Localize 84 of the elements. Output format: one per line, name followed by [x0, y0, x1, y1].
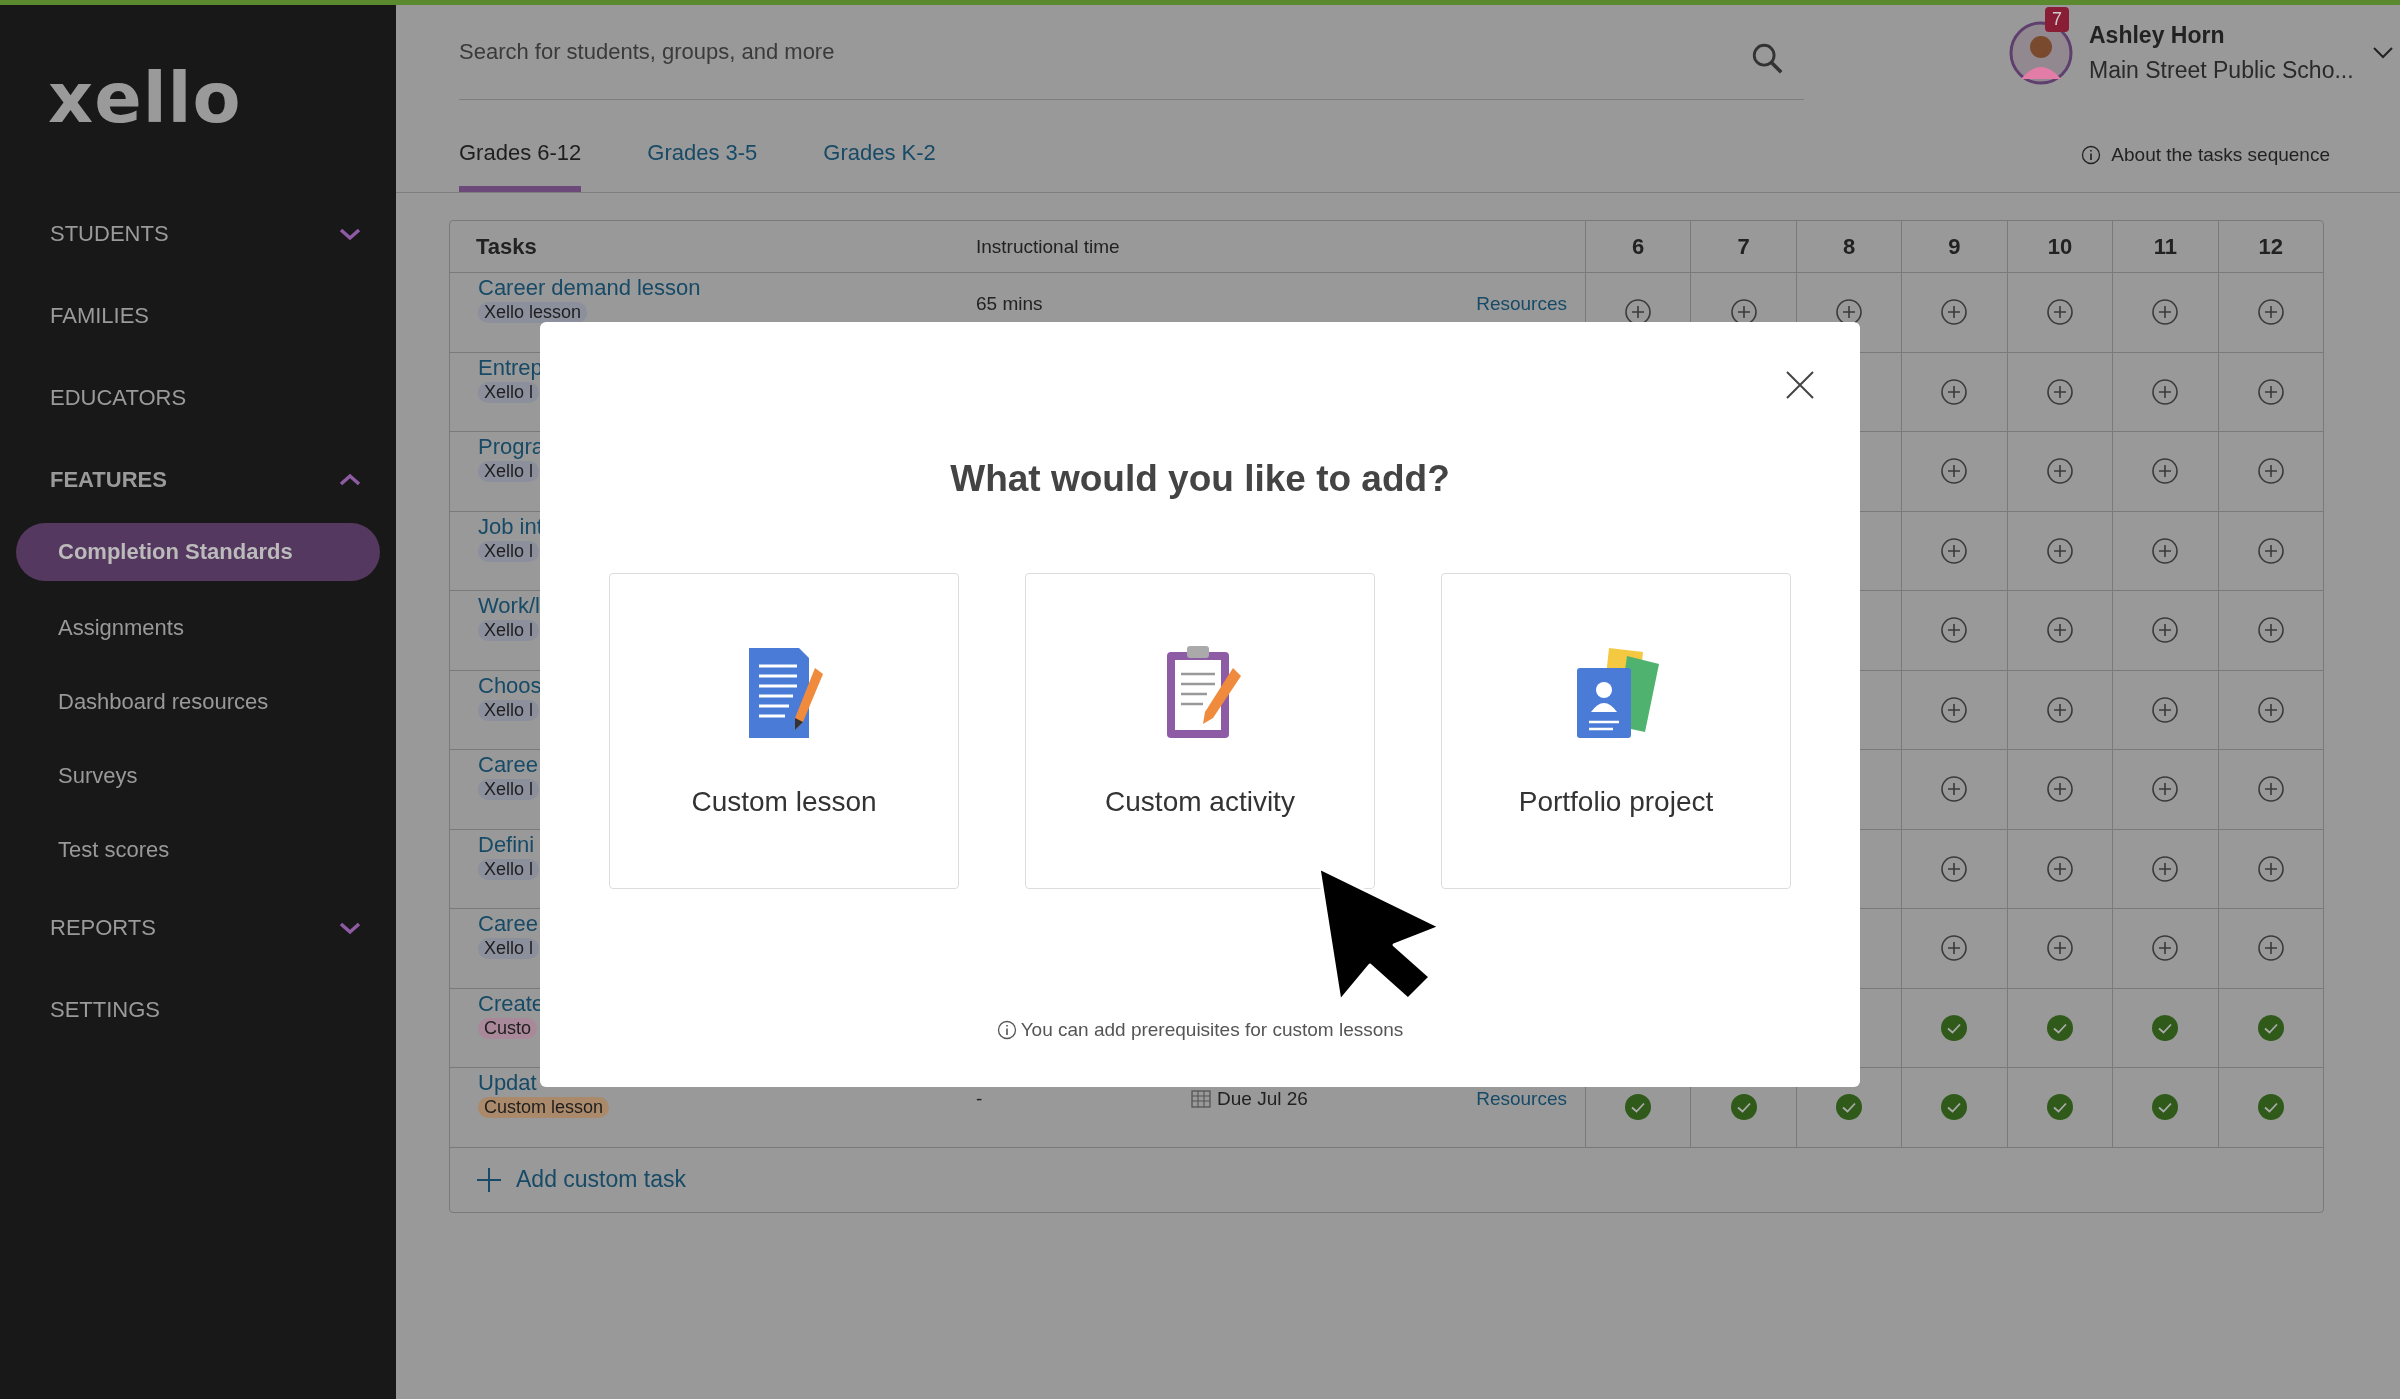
checkmark-circle-icon[interactable] [1729, 1093, 1758, 1122]
school-name: Main Street Public Scho... [2089, 56, 2354, 84]
search-icon[interactable] [1750, 41, 1784, 75]
due-date: Due Jul 26 [1217, 1088, 1308, 1110]
task-tag: Xello l [478, 461, 540, 482]
user-name: Ashley Horn [2089, 21, 2226, 49]
caret-icon[interactable] [2371, 45, 2394, 60]
task-tag: Xello l [478, 938, 540, 959]
column-header: 6 [1585, 221, 1691, 272]
nav-label[interactable]: REPORTS [50, 915, 156, 941]
logo[interactable]: xello [48, 63, 242, 133]
checkmark-circle-icon[interactable] [2045, 1093, 2074, 1122]
task-tag: Xello l [478, 699, 540, 721]
nav-label[interactable]: STUDENTS [50, 221, 169, 247]
column-header: 7 [1690, 221, 1796, 272]
instructional-time: - [976, 1088, 984, 1110]
column-header: 10 [2006, 221, 2113, 272]
nav-subitem[interactable]: Test scores [16, 813, 380, 887]
checkmark-circle-icon[interactable] [2256, 1093, 2285, 1122]
resources-link[interactable]: Resources [1476, 1088, 1567, 1110]
nav-label[interactable]: FAMILIES [50, 303, 150, 329]
grade-tab[interactable]: Grades K-2 [823, 140, 936, 192]
option-card[interactable]: Custom lesson [609, 573, 959, 889]
task-tag: Custo [478, 1017, 538, 1039]
column-header: Tasks [475, 233, 538, 260]
calendar-icon [1191, 1090, 1211, 1108]
task-link[interactable]: Choos [478, 672, 542, 699]
chevron-up-icon[interactable] [338, 472, 362, 488]
checkmark-circle-icon[interactable] [1940, 1093, 1969, 1122]
column-header: Instructional time [975, 235, 1121, 258]
notification-badge: 7 [2045, 6, 2069, 32]
checkmark-circle-icon[interactable] [2151, 1093, 2180, 1122]
dialog-title: What would you like to add? [950, 458, 1450, 500]
add-task-button[interactable]: Add custom task [516, 1166, 687, 1193]
instructional-time: 65 mins [976, 293, 1044, 315]
checkmark-circle-icon[interactable] [2045, 1013, 2074, 1042]
grade-tab[interactable]: Grades 6-12 [459, 140, 582, 192]
task-tag: Xello l [478, 381, 540, 403]
info-icon [996, 1020, 1017, 1040]
option-label: Portfolio project [1518, 786, 1714, 818]
task-tag: Xello l [478, 540, 540, 562]
task-link[interactable]: Create [478, 990, 545, 1017]
task-link[interactable]: Career demand lesson [478, 275, 701, 301]
search-field[interactable]: Search for students, groups, and more [459, 5, 1804, 100]
task-link[interactable]: Updat [478, 1070, 537, 1096]
hint-text: You can add prerequisites for custom lessons [1020, 1019, 1404, 1041]
checkmark-circle-icon[interactable] [2256, 1013, 2285, 1042]
chevron-down-icon[interactable] [338, 920, 362, 936]
task-link[interactable]: Work/l [478, 593, 540, 619]
nav-label[interactable]: SETTINGS [50, 997, 160, 1023]
column-header: 11 [2112, 221, 2218, 272]
checkmark-circle-icon[interactable] [1835, 1093, 1864, 1122]
resources-link[interactable]: Resources [1476, 293, 1567, 315]
column-header: 12 [2217, 221, 2323, 272]
checkmark-circle-icon[interactable] [1624, 1093, 1653, 1122]
nav-label[interactable]: FEATURES [50, 467, 167, 493]
task-tag: Custom lesson [478, 1097, 610, 1118]
nav-subitem[interactable]: Surveys [16, 739, 380, 813]
plus-icon[interactable] [476, 1166, 502, 1193]
task-tag: Xello l [478, 620, 540, 641]
checkmark-circle-icon[interactable] [1940, 1013, 1969, 1042]
nav-subitem[interactable]: Completion Standards [16, 523, 380, 581]
option-card[interactable]: Custom activity [1025, 573, 1375, 889]
option-label: Custom lesson [691, 786, 877, 818]
column-header: 9 [1901, 221, 2007, 272]
option-card[interactable]: Portfolio project [1441, 573, 1791, 889]
task-tag: Xello l [478, 858, 540, 880]
close-icon[interactable] [1785, 370, 1815, 400]
column-header: 8 [1795, 221, 1902, 272]
nav-subitem[interactable]: Dashboard resources [16, 665, 380, 739]
nav-label[interactable]: EDUCATORS [50, 385, 187, 411]
nav-subitem[interactable]: Assignments [16, 591, 380, 665]
task-tag: Xello l [478, 779, 540, 800]
info-link[interactable]: About the tasks sequence [2111, 144, 2330, 166]
chevron-down-icon[interactable] [338, 226, 362, 242]
checkmark-circle-icon[interactable] [2151, 1013, 2180, 1042]
grade-tab[interactable]: Grades 3-5 [647, 140, 758, 192]
option-label: Custom activity [1105, 786, 1295, 818]
task-tag: Xello lesson [478, 302, 588, 323]
task-link[interactable]: Defini [478, 831, 535, 858]
info-icon [2081, 145, 2102, 165]
task-link[interactable]: Caree [478, 752, 538, 778]
task-link[interactable]: Entrep [478, 354, 543, 381]
task-link[interactable]: Caree [478, 911, 538, 937]
